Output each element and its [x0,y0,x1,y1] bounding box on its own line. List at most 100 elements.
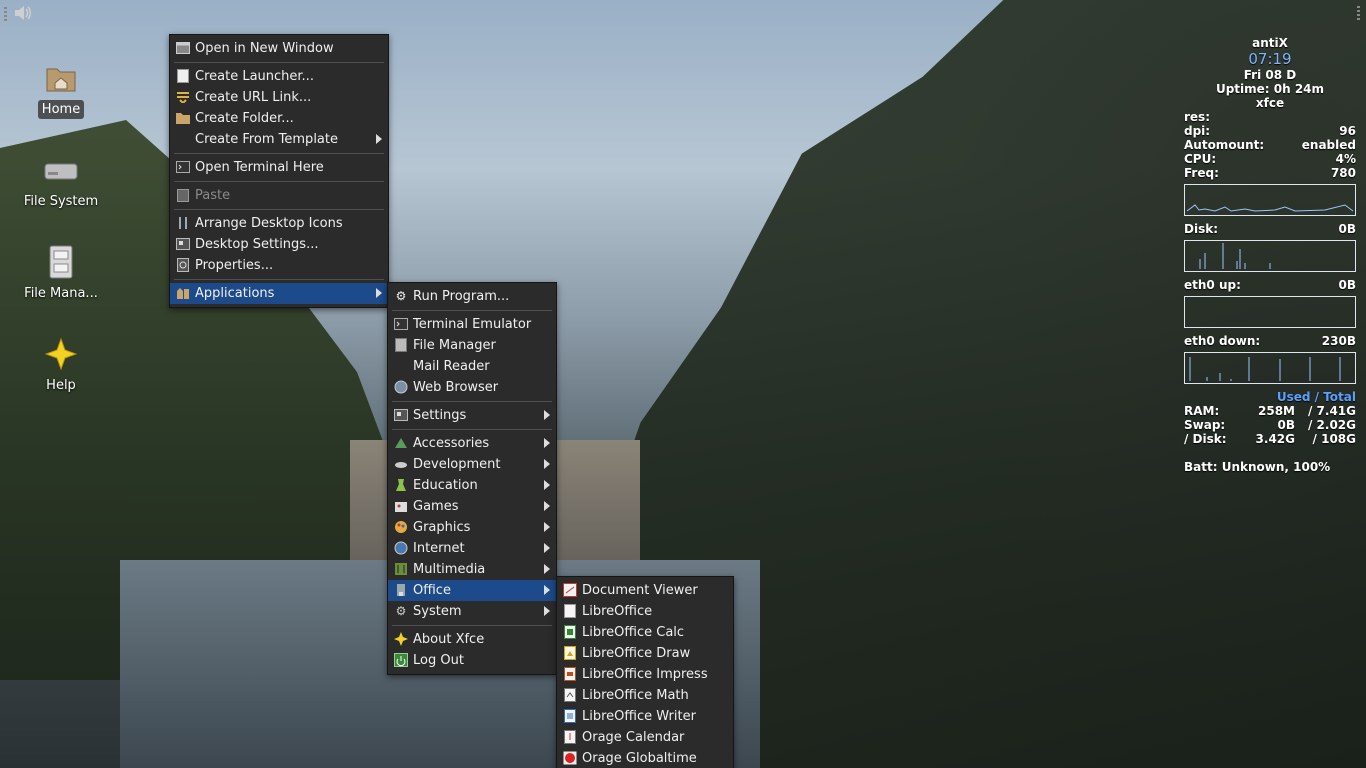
menu-item-education[interactable]: Education [388,475,556,496]
menu-item-create-folder[interactable]: Create Folder... [170,108,388,129]
menu-separator [392,310,552,311]
menu-item-terminal-emulator[interactable]: Terminal Emulator [388,314,556,335]
calc-icon [562,624,578,640]
menu-item-orage-globaltime[interactable]: Orage Globaltime [557,748,733,768]
menu-item-settings[interactable]: Settings [388,405,556,426]
conky-dpi-row: dpi: 96 [1184,124,1356,138]
menu-item-properties[interactable]: Properties... [170,255,388,276]
menu-item-create-from-template[interactable]: Create From Template [170,129,388,150]
conky-host: antiX [1252,36,1288,50]
menu-item-create-url-link[interactable]: Create URL Link... [170,87,388,108]
menu-separator [174,181,384,182]
conky-automount-row: Automount: enabled [1184,138,1356,152]
desktop-icon-label: Help [46,378,76,393]
desktop-icon-label: Home [37,100,85,119]
globe-icon [393,379,409,395]
conky-freq-row: Freq: 780 [1184,166,1356,180]
terminal-icon [175,159,191,175]
submenu-arrow-icon [544,543,550,553]
settings-icon [393,407,409,423]
link-icon [175,89,191,105]
system-gear-icon: ⚙ [395,604,407,618]
menu-item-run-program[interactable]: ⚙ Run Program... [388,286,556,307]
internet-icon [393,540,409,556]
applications-icon [175,285,191,301]
menu-item-orage-calendar[interactable]: Orage Calendar [557,727,733,748]
home-folder-icon [43,60,79,96]
menu-item-libreoffice-draw[interactable]: LibreOffice Draw [557,643,733,664]
multimedia-icon [393,561,409,577]
submenu-arrow-icon [544,410,550,420]
menu-item-about-xfce[interactable]: About Xfce [388,629,556,650]
terminal-icon [393,316,409,332]
menu-item-file-manager[interactable]: File Manager [388,335,556,356]
impress-icon [562,666,578,682]
menu-item-development[interactable]: Development [388,454,556,475]
document-viewer-icon [562,582,578,598]
math-icon [562,687,578,703]
menu-item-system[interactable]: ⚙ System [388,601,556,622]
tray [4,4,33,26]
desktop-icon-home[interactable]: Home [11,60,111,119]
menu-separator [174,279,384,280]
conky-wm: xfce [1255,96,1285,110]
desktop-context-menu: Open in New Window Create Launcher... Cr… [169,34,389,308]
desktop-icon-file-manager[interactable]: File Mana... [11,244,111,303]
menu-item-mail-reader[interactable]: Mail Reader [388,356,556,377]
panel-grip[interactable] [4,7,7,23]
file-cabinet-icon [43,244,79,280]
menu-item-accessories[interactable]: Accessories [388,433,556,454]
desktop-icon-help[interactable]: Help [11,336,111,395]
panel-grip-right[interactable] [1357,6,1360,22]
draw-icon [562,645,578,661]
conky-time: 07:19 [1248,50,1292,68]
menu-item-paste: Paste [170,185,388,206]
menu-item-create-launcher[interactable]: Create Launcher... [170,66,388,87]
menu-item-open-new-window[interactable]: Open in New Window [170,38,388,59]
document-icon [175,68,191,84]
menu-item-internet[interactable]: Internet [388,538,556,559]
eth-up-graph [1184,296,1356,328]
menu-item-multimedia[interactable]: Multimedia [388,559,556,580]
menu-separator [392,625,552,626]
submenu-arrow-icon [544,606,550,616]
menu-item-desktop-settings[interactable]: Desktop Settings... [170,234,388,255]
conky-battery-row: Batt: Unknown, 100% [1184,460,1331,474]
menu-item-libreoffice[interactable]: LibreOffice [557,601,733,622]
menu-item-log-out[interactable]: Log Out [388,650,556,671]
conky-disk-row: Disk: 0B [1184,222,1356,236]
menu-item-document-viewer[interactable]: Document Viewer [557,580,733,601]
drive-icon [43,152,79,188]
office-icon [393,582,409,598]
submenu-arrow-icon [544,585,550,595]
menu-item-open-terminal-here[interactable]: Open Terminal Here [170,157,388,178]
speaker-icon[interactable] [13,4,33,26]
settings-icon [175,236,191,252]
desktop-icon-file-system[interactable]: File System [11,152,111,211]
menu-item-games[interactable]: Games [388,496,556,517]
menu-separator [174,153,384,154]
menu-item-arrange-desktop-icons[interactable]: Arrange Desktop Icons [170,213,388,234]
menu-item-graphics[interactable]: Graphics [388,517,556,538]
menu-item-libreoffice-writer[interactable]: LibreOffice Writer [557,706,733,727]
logout-icon [393,652,409,668]
calendar-icon [562,729,578,745]
menu-item-web-browser[interactable]: Web Browser [388,377,556,398]
graphics-icon [393,519,409,535]
menu-item-libreoffice-impress[interactable]: LibreOffice Impress [557,664,733,685]
clipboard-icon [175,187,191,203]
menu-item-applications[interactable]: Applications [170,283,388,304]
menu-item-office[interactable]: Office [388,580,556,601]
accessories-icon [393,435,409,451]
submenu-arrow-icon [544,459,550,469]
menu-item-libreoffice-math[interactable]: LibreOffice Math [557,685,733,706]
conky-used-total: Used / Total [1276,390,1356,404]
disk-graph [1184,240,1356,272]
conky-swap-row: Swap: 0B/ 2.02G [1184,418,1356,432]
menu-item-libreoffice-calc[interactable]: LibreOffice Calc [557,622,733,643]
submenu-arrow-icon [376,134,382,144]
conky-rootdisk-row: / Disk: 3.42G/ 108G [1184,432,1356,446]
menu-separator [174,209,384,210]
games-icon [393,498,409,514]
globaltime-icon [562,750,578,766]
